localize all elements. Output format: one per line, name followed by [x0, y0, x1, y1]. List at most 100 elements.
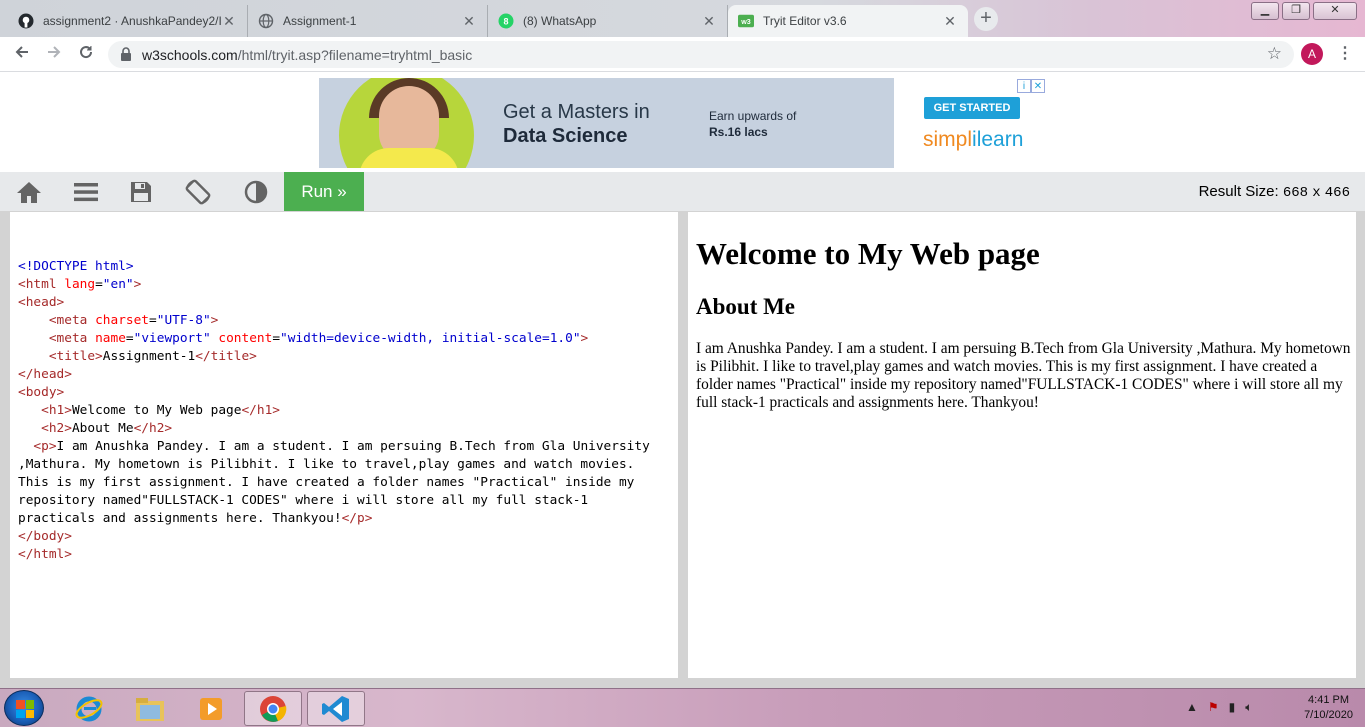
code-token: =: [95, 277, 103, 292]
minimize-button[interactable]: ▁: [1251, 2, 1279, 20]
close-icon[interactable]: ✕: [942, 13, 958, 29]
close-icon[interactable]: ✕: [461, 13, 477, 29]
editor-panes: <!DOCTYPE html> <html lang="en"> <head> <m…: [0, 211, 1365, 688]
tab-tryit-editor[interactable]: w3 Tryit Editor v3.6 ✕: [728, 5, 968, 37]
tryit-toolbar: Run » Result Size: 668 x 466: [0, 172, 1365, 211]
code-token: >: [210, 313, 219, 328]
code-token: >: [580, 331, 589, 346]
code-token: </title>: [195, 349, 257, 364]
code-token: <head>: [18, 295, 65, 310]
code-token: content: [218, 331, 273, 346]
taskbar-clock[interactable]: 4:41 PM 7/10/2020: [1304, 693, 1353, 723]
forward-arrow-icon: [48, 46, 61, 58]
tab-whatsapp[interactable]: 8 (8) WhatsApp ✕: [488, 5, 728, 37]
close-icon[interactable]: ✕: [221, 13, 237, 29]
code-token: charset: [95, 313, 150, 328]
tab-title: Assignment-1: [283, 14, 357, 28]
code-token: <meta: [48, 313, 88, 328]
tab-title: Tryit Editor v3.6: [763, 14, 847, 28]
code-token: =: [125, 331, 134, 346]
save-button[interactable]: [113, 172, 169, 211]
ad-brand-logo[interactable]: simplilearn: [923, 128, 1023, 152]
code-token: I am Anushka Pandey. I am a student. I a…: [18, 439, 658, 526]
ad-banner[interactable]: Get a Masters in Data Science Earn upwar…: [319, 78, 894, 168]
url-text: w3schools.com/html/tryit.asp?filename=tr…: [142, 47, 472, 63]
run-button[interactable]: Run »: [284, 172, 364, 211]
code-line: <meta name="viewport" content="width=dev…: [18, 330, 666, 348]
whatsapp-icon: 8: [498, 13, 514, 29]
show-hidden-icons-icon[interactable]: ▲: [1186, 700, 1198, 715]
globe-icon: [258, 13, 274, 29]
svg-text:w3: w3: [740, 18, 751, 26]
tab-assignment[interactable]: Assignment-1 ✕: [248, 5, 488, 37]
clock-time: 4:41 PM: [1308, 694, 1350, 706]
network-signal-icon[interactable]: ▮: [1229, 700, 1236, 715]
code-token: </html>: [18, 547, 72, 562]
ad-get-started-button[interactable]: GET STARTED: [924, 97, 1020, 119]
reload-icon: [80, 46, 93, 59]
ad-brand-part: simpl: [923, 128, 973, 151]
result-preview[interactable]: Welcome to My Web page About Me I am Anu…: [688, 212, 1356, 678]
rotate-layout-button[interactable]: [170, 172, 226, 211]
back-arrow-icon: [15, 46, 28, 58]
result-width: 668: [1282, 185, 1309, 201]
ad-earn-amount: Rs.16 lacs: [709, 125, 768, 139]
volume-icon[interactable]: 🔈︎: [1245, 700, 1252, 715]
ad-earn-text: Earn upwards of Rs.16 lacs: [709, 108, 819, 140]
windows-logo-icon: [16, 700, 34, 718]
forward-button[interactable]: [42, 43, 66, 67]
code-token: lang: [64, 277, 96, 292]
contrast-icon: [244, 180, 268, 203]
ad-info-icon[interactable]: i: [1017, 79, 1031, 93]
rotate-screen-icon: [185, 179, 211, 204]
ad-close-icon[interactable]: ✕: [1031, 79, 1045, 93]
ad-choices: i ✕: [1017, 79, 1045, 93]
code-line: <body>: [18, 384, 666, 402]
code-token: >: [133, 277, 142, 292]
github-icon: [18, 13, 34, 29]
code-token: =: [149, 313, 157, 328]
result-size: Result Size: 668 x 466: [1199, 183, 1350, 201]
vscode-icon: [322, 695, 349, 722]
start-button[interactable]: [4, 690, 44, 726]
lock-icon: [121, 47, 131, 61]
tab-github[interactable]: assignment2 · AnushkaPandey2/I ✕: [8, 5, 248, 37]
taskbar-vscode[interactable]: [307, 691, 365, 726]
action-center-flag-icon[interactable]: ⚑: [1208, 700, 1219, 715]
taskbar-explorer[interactable]: [121, 691, 179, 726]
profile-avatar[interactable]: A: [1301, 43, 1323, 65]
dark-mode-button[interactable]: [228, 172, 284, 211]
window-controls: ▁ ❐ ✕: [1248, 2, 1357, 20]
code-text[interactable]: <!DOCTYPE html> <html lang="en"> <head> <m…: [18, 240, 666, 564]
code-token: Assignment-1: [102, 349, 196, 364]
browser-toolbar: w3schools.com/html/tryit.asp?filename=tr…: [0, 37, 1365, 72]
clock-date: 7/10/2020: [1304, 709, 1353, 721]
taskbar-ie[interactable]: [60, 691, 118, 726]
taskbar-chrome[interactable]: [244, 691, 302, 726]
address-bar[interactable]: w3schools.com/html/tryit.asp?filename=tr…: [108, 41, 1294, 68]
svg-text:8: 8: [503, 17, 508, 27]
window-close-button[interactable]: ✕: [1313, 2, 1357, 20]
code-token: </head>: [18, 367, 72, 382]
chrome-icon: [260, 695, 287, 722]
reload-button[interactable]: [74, 43, 98, 67]
bookmark-star-icon[interactable]: ☆: [1267, 44, 1282, 64]
maximize-button[interactable]: ❐: [1282, 2, 1310, 20]
code-line: <html lang="en">: [18, 276, 666, 294]
windows-taskbar: ▲ ⚑ ▮ 🔈︎ 4:41 PM 7/10/2020: [0, 688, 1365, 727]
code-line: <h2>About Me</h2>: [18, 420, 666, 438]
code-editor[interactable]: <!DOCTYPE html> <html lang="en"> <head> <m…: [10, 212, 678, 678]
home-button[interactable]: [1, 172, 57, 211]
code-line: <title>Assignment-1</title>: [18, 348, 666, 366]
new-tab-button[interactable]: +: [974, 7, 998, 31]
browser-menu-icon[interactable]: ⋮: [1337, 43, 1353, 65]
code-token: <title>: [48, 349, 103, 364]
back-button[interactable]: [10, 43, 34, 67]
url-path: /html/tryit.asp?filename=tryhtml_basic: [237, 47, 473, 63]
code-line: <head>: [18, 294, 666, 312]
taskbar-media-player[interactable]: [182, 691, 240, 726]
menu-button[interactable]: [58, 172, 114, 211]
code-token: About Me: [71, 421, 134, 436]
ad-earn-line: Earn upwards of: [709, 109, 797, 123]
close-icon[interactable]: ✕: [701, 13, 717, 29]
